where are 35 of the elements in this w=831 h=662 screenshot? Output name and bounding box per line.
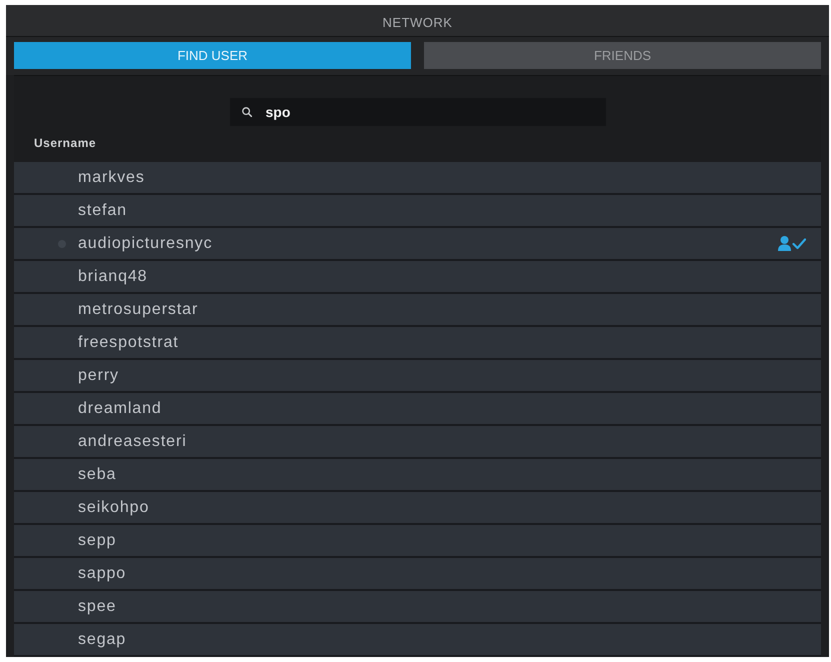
column-header: Username — [34, 136, 96, 150]
list-row[interactable]: audiopicturesnyc — [14, 228, 821, 261]
list-row[interactable]: brianq48 — [14, 261, 821, 294]
list-row[interactable]: freespotstrat — [14, 327, 821, 360]
username: dreamland — [78, 400, 162, 418]
username: freespotstrat — [78, 334, 179, 352]
search-field[interactable]: spo — [230, 98, 606, 126]
list-row[interactable]: stefan — [14, 195, 821, 228]
username: seikohpo — [78, 498, 150, 516]
username: stefan — [78, 202, 127, 220]
list-row[interactable]: sepp — [14, 525, 821, 558]
list-row[interactable]: sappo — [14, 558, 821, 591]
username: perry — [78, 366, 119, 384]
username: seba — [78, 466, 116, 484]
username: audiopicturesnyc — [78, 234, 212, 252]
username: markves — [78, 168, 145, 186]
window-title: NETWORK — [382, 15, 452, 30]
list-row[interactable]: spee — [14, 591, 821, 624]
username: spee — [78, 598, 116, 616]
username: metrosuperstar — [78, 300, 198, 318]
search-icon — [242, 107, 252, 117]
username: sappo — [78, 564, 126, 582]
list-row[interactable]: segap — [14, 624, 821, 657]
list-row[interactable]: markves — [14, 162, 821, 195]
username: sepp — [78, 532, 116, 550]
list-row[interactable]: seikohpo — [14, 492, 821, 525]
username: brianq48 — [78, 268, 148, 286]
list-row[interactable]: dreamland — [14, 393, 821, 426]
person-check-icon[interactable] — [778, 236, 806, 251]
list-row[interactable]: perry — [14, 360, 821, 393]
list-row[interactable]: andreasesteri — [14, 426, 821, 459]
list-row[interactable]: seba — [14, 459, 821, 492]
list-row[interactable]: metrosuperstar — [14, 294, 821, 327]
username: segap — [78, 630, 126, 648]
username: andreasesteri — [78, 432, 187, 450]
